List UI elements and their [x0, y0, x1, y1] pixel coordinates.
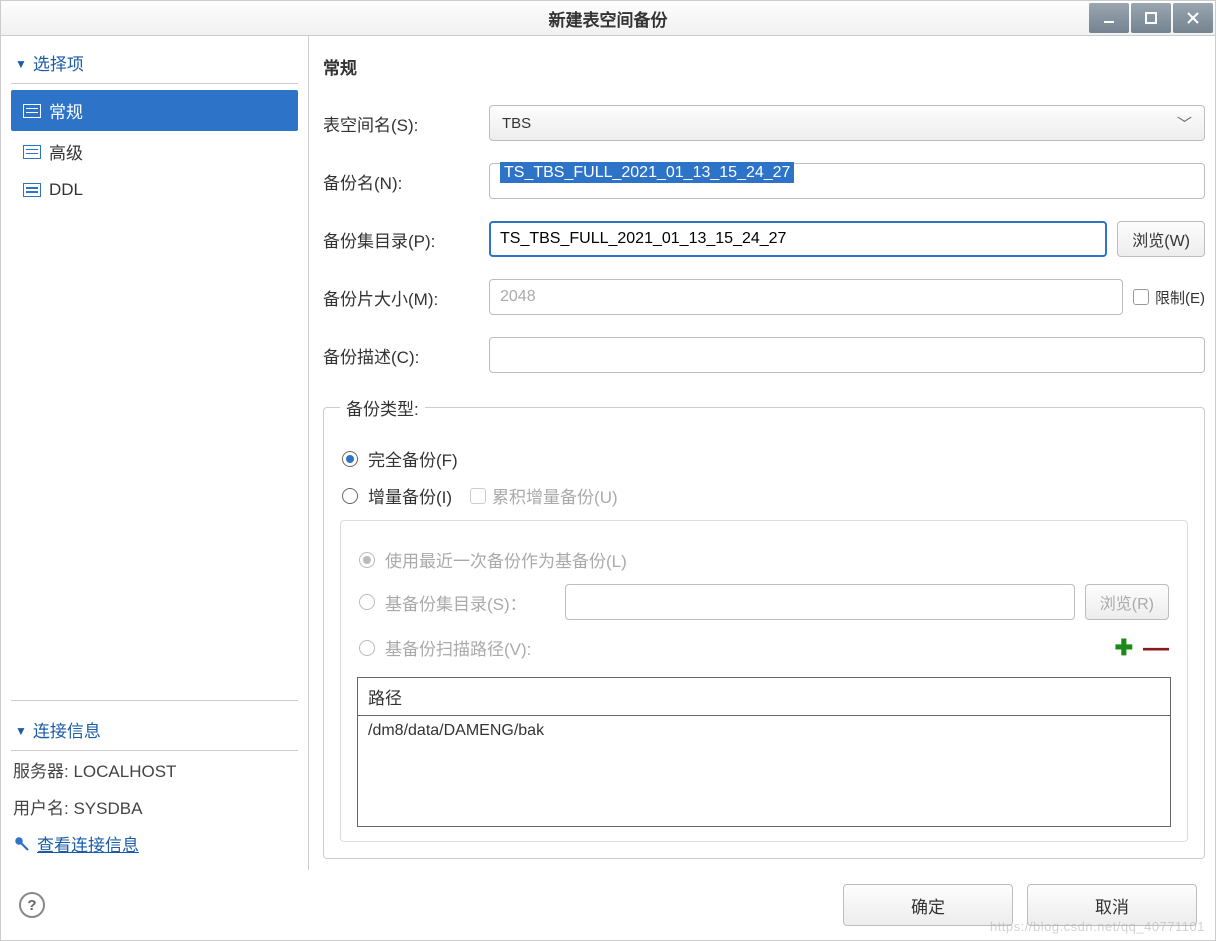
path-column-header: 路径	[358, 678, 1170, 716]
help-icon[interactable]: ?	[19, 892, 45, 918]
sidebar-item-label: 高级	[49, 139, 83, 164]
sidebar-item-label: 常规	[49, 98, 83, 123]
page-heading: 常规	[323, 54, 1205, 79]
view-connection-link[interactable]: 查看连接信息	[13, 831, 296, 856]
limit-label: 限制(E)	[1155, 287, 1205, 308]
remove-path-icon[interactable]: —	[1143, 632, 1169, 663]
sidebar-item-advanced[interactable]: 高级	[11, 131, 298, 172]
page-icon	[23, 183, 41, 197]
sidebar-section-connection[interactable]: 连接信息	[11, 711, 298, 751]
browse-w-button[interactable]: 浏览(W)	[1117, 221, 1205, 257]
piece-size-input	[489, 279, 1123, 315]
footer: ? 确定 取消 https://blog.csdn.net/qq_4077110…	[1, 870, 1215, 940]
sidebar-section-select[interactable]: 选择项	[11, 44, 298, 84]
scan-path-radio	[359, 640, 375, 656]
add-path-icon[interactable]: ✚	[1115, 635, 1133, 661]
page-icon	[23, 145, 41, 159]
user-row: 用户名: SYSDBA	[11, 788, 298, 825]
backup-name-label: 备份名(N):	[323, 169, 489, 194]
sidebar-item-label: DDL	[49, 180, 83, 200]
server-label: 服务器:	[13, 762, 69, 781]
main-panel: 常规 表空间名(S): TBS ﹀ 备份名(N): TS_TBS_FULL_20…	[309, 36, 1215, 870]
ok-button[interactable]: 确定	[843, 884, 1013, 926]
use-latest-radio	[359, 552, 375, 568]
path-table: 路径 /dm8/data/DAMENG/bak	[357, 677, 1171, 827]
scan-path-label: 基备份扫描路径(V):	[385, 635, 531, 660]
use-latest-label: 使用最近一次备份作为基备份(L)	[385, 547, 627, 572]
desc-label: 备份描述(C):	[323, 343, 489, 368]
limit-checkbox[interactable]	[1133, 289, 1149, 305]
sidebar: 选择项 常规 高级 DDL 连接信息 服务器:	[1, 36, 309, 870]
full-backup-radio[interactable]	[342, 451, 358, 467]
piece-size-label: 备份片大小(M):	[323, 285, 489, 310]
backup-name-value: TS_TBS_FULL_2021_01_13_15_24_27	[500, 162, 794, 183]
browse-r-button: 浏览(R)	[1085, 584, 1169, 620]
backup-type-legend: 备份类型:	[340, 395, 425, 420]
tablespace-select[interactable]: TBS ﹀	[489, 105, 1205, 141]
server-value: LOCALHOST	[73, 762, 176, 781]
tablespace-value: TBS	[502, 115, 531, 132]
minimize-button[interactable]	[1089, 3, 1129, 33]
desc-input[interactable]	[489, 337, 1205, 373]
title-bar: 新建表空间备份	[1, 1, 1215, 36]
page-icon	[23, 104, 41, 118]
backup-name-input[interactable]: TS_TBS_FULL_2021_01_13_15_24_27	[489, 163, 1205, 199]
tablespace-label: 表空间名(S):	[323, 111, 489, 136]
server-row: 服务器: LOCALHOST	[11, 751, 298, 788]
maximize-button[interactable]	[1131, 3, 1171, 33]
window-title: 新建表空间备份	[549, 6, 668, 31]
connection-panel: 连接信息 服务器: LOCALHOST 用户名: SYSDBA 查看连接信息	[11, 700, 298, 862]
backup-type-group: 备份类型: 完全备份(F) 增量备份(I) 累积增量备份(U) 使用最近一次备份…	[323, 395, 1205, 859]
user-value: SYSDBA	[73, 799, 142, 818]
base-dir-label: 基备份集目录(S)：	[385, 590, 565, 615]
incr-backup-label: 增量备份(I)	[368, 483, 452, 508]
backup-dir-label: 备份集目录(P):	[323, 227, 489, 252]
incr-subgroup: 使用最近一次备份作为基备份(L) 基备份集目录(S)： 浏览(R) 基备份扫描路…	[340, 520, 1188, 842]
base-dir-input	[565, 584, 1075, 620]
sidebar-item-ddl[interactable]: DDL	[11, 172, 298, 208]
incr-backup-radio[interactable]	[342, 488, 358, 504]
window-buttons	[1089, 1, 1215, 36]
sidebar-item-general[interactable]: 常规	[11, 90, 298, 131]
base-dir-radio	[359, 594, 375, 610]
dialog-window: 新建表空间备份 选择项 常规 高级 DDL	[0, 0, 1216, 941]
cumulative-label: 累积增量备份(U)	[492, 483, 618, 508]
cancel-button[interactable]: 取消	[1027, 884, 1197, 926]
plug-icon	[13, 835, 31, 853]
chevron-down-icon: ﹀	[1177, 113, 1192, 134]
user-label: 用户名:	[13, 799, 69, 818]
backup-dir-input[interactable]	[489, 221, 1107, 257]
path-row[interactable]: /dm8/data/DAMENG/bak	[358, 716, 1170, 826]
cumulative-checkbox	[470, 488, 486, 504]
full-backup-label: 完全备份(F)	[368, 446, 458, 471]
close-button[interactable]	[1173, 3, 1213, 33]
